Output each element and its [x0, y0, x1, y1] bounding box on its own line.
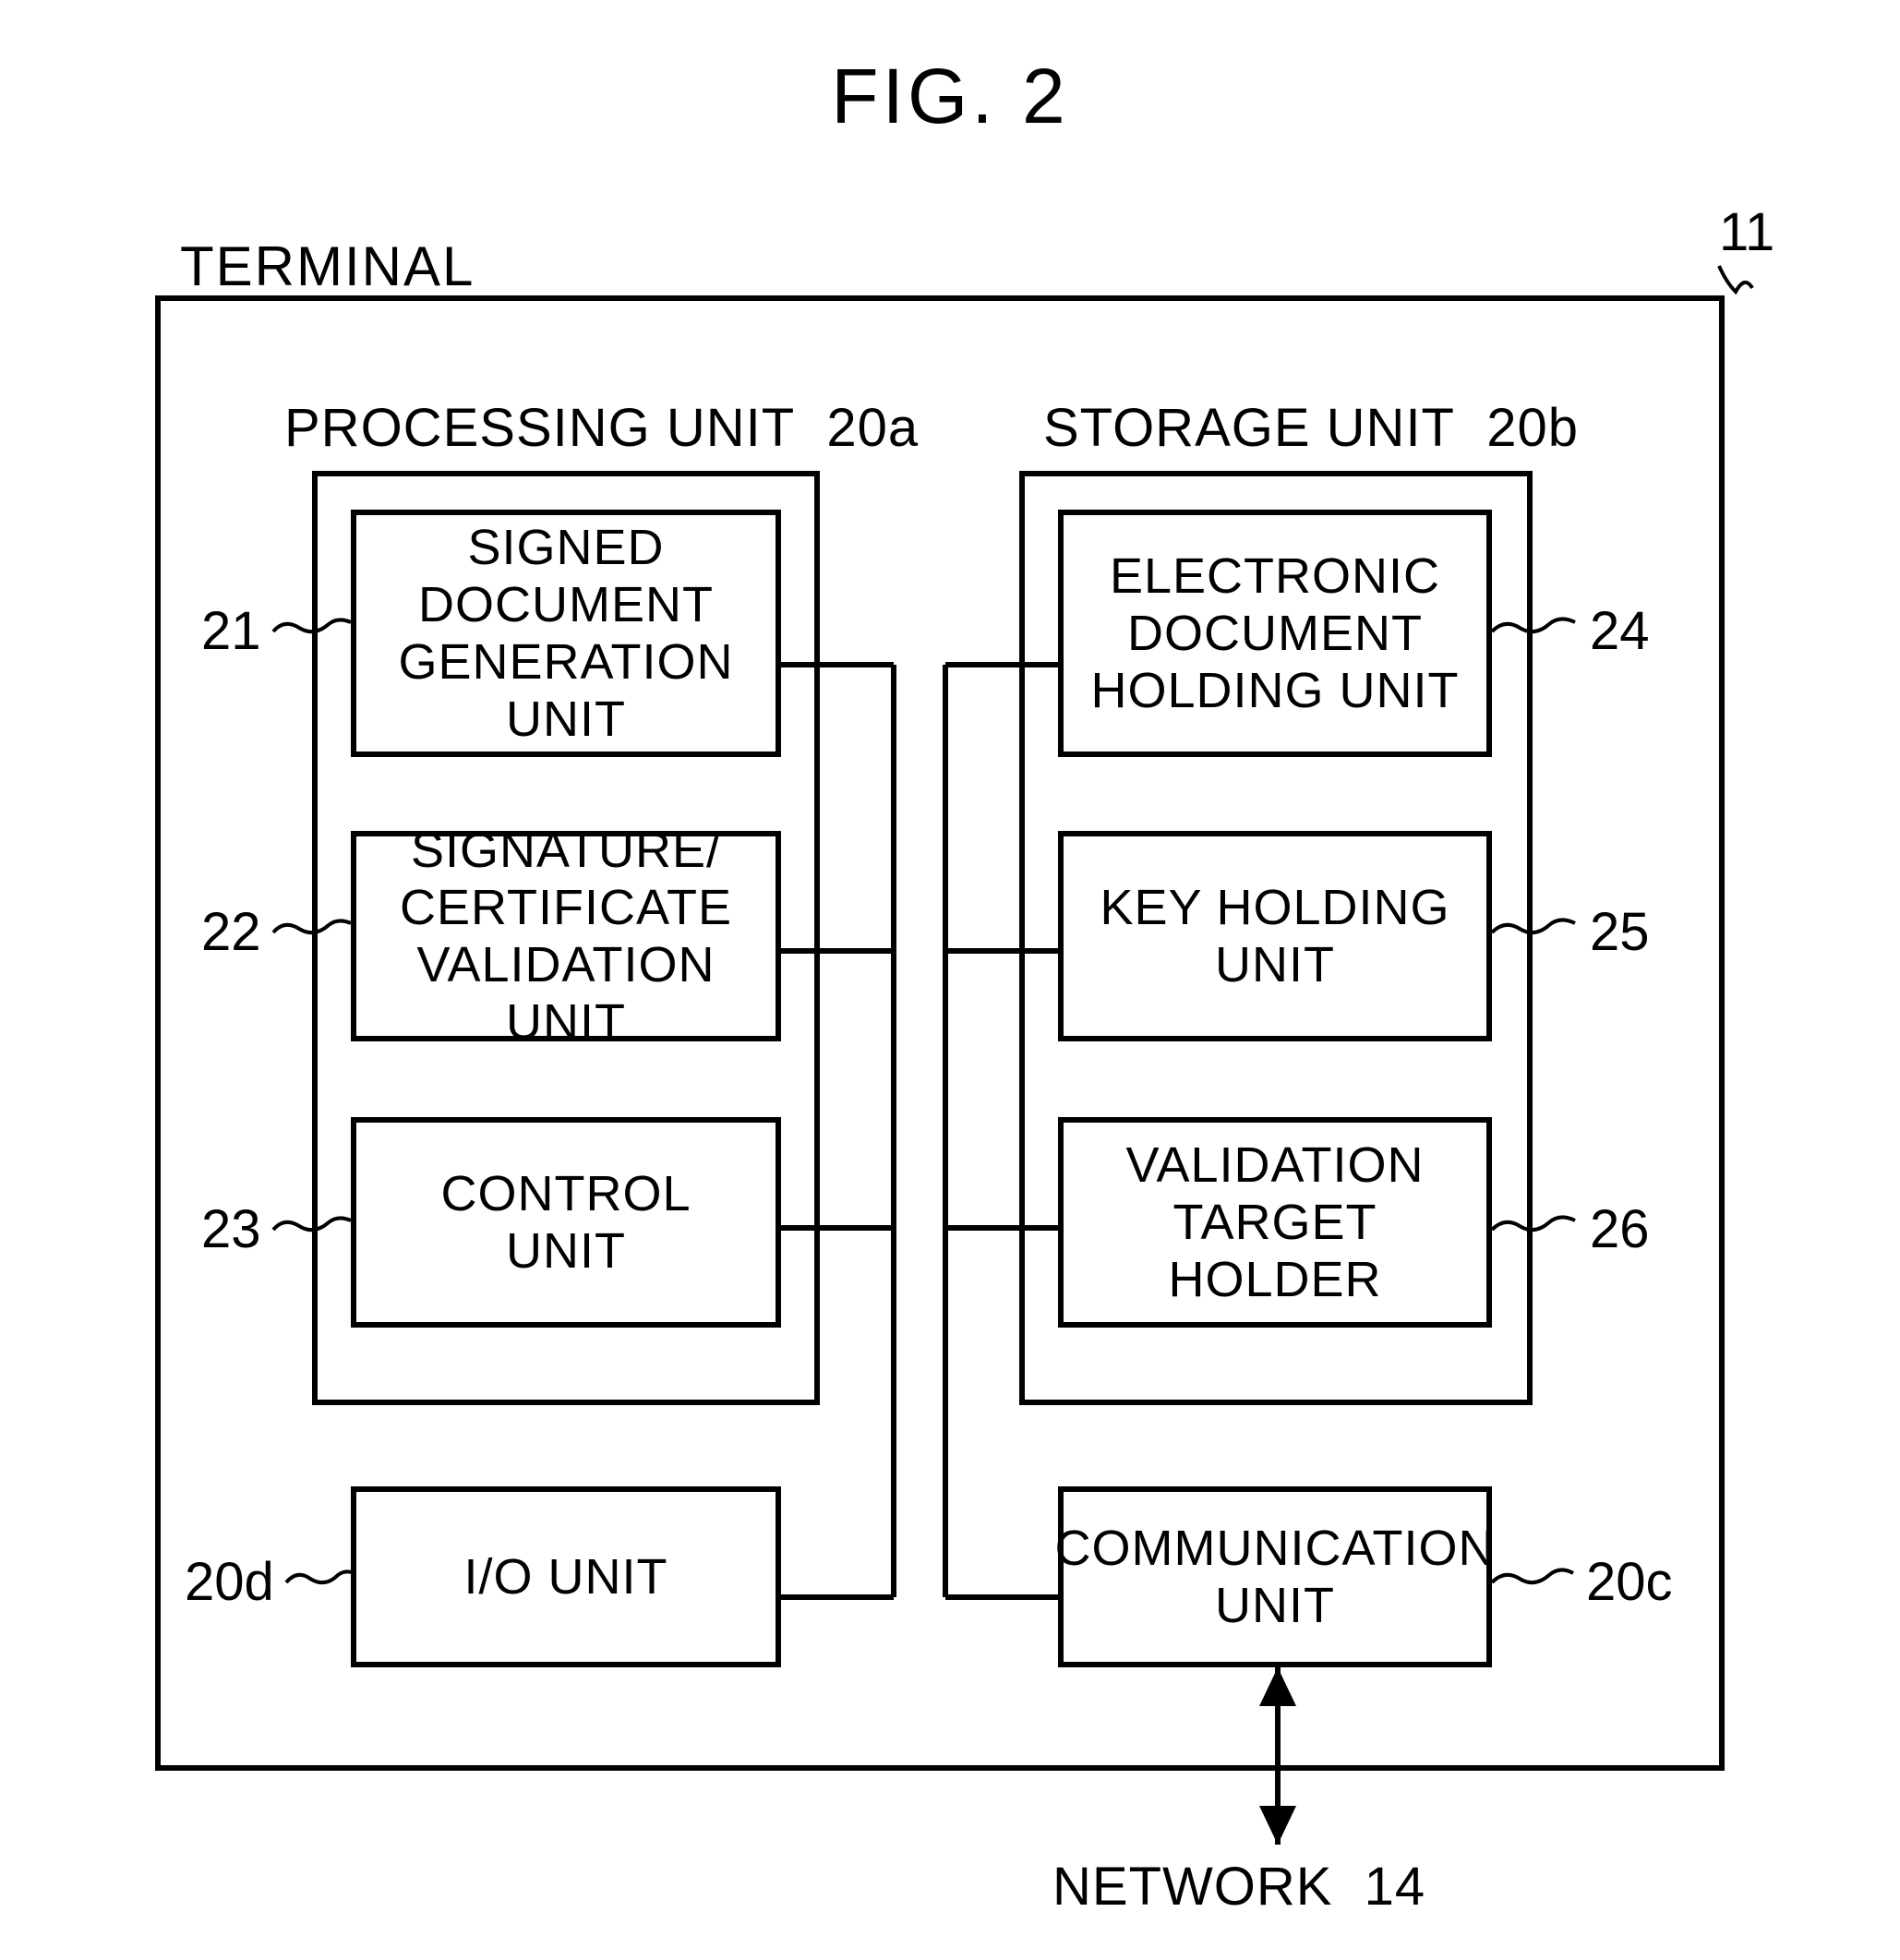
storage-unit-ref: 20b: [1486, 398, 1579, 458]
ref-20d: 20d: [185, 1551, 274, 1613]
electronic-document-holding-unit-box: ELECTRONIC DOCUMENT HOLDING UNIT: [1058, 510, 1492, 757]
processing-unit-header-text: PROCESSING UNIT: [284, 398, 795, 458]
ref-22: 22: [201, 901, 261, 963]
ref-24: 24: [1590, 600, 1650, 662]
io-unit-box: I/O UNIT: [351, 1486, 781, 1667]
ref-20c: 20c: [1586, 1551, 1673, 1613]
control-unit-box: CONTROL UNIT: [351, 1117, 781, 1328]
network-label: NETWORK 14: [1052, 1856, 1425, 1918]
ref-25: 25: [1590, 901, 1650, 963]
validation-target-holder-box: VALIDATION TARGET HOLDER: [1058, 1117, 1492, 1328]
ref-26: 26: [1590, 1198, 1650, 1260]
processing-unit-ref: 20a: [826, 398, 919, 458]
ref-terminal: 11: [1719, 201, 1774, 263]
storage-unit-header-text: STORAGE UNIT: [1043, 398, 1455, 458]
ref-23: 23: [201, 1198, 261, 1260]
storage-unit-header: STORAGE UNIT 20b: [1043, 397, 1579, 459]
processing-unit-header: PROCESSING UNIT 20a: [284, 397, 919, 459]
signature-certificate-validation-unit-box: SIGNATURE/ CERTIFICATE VALIDATION UNIT: [351, 831, 781, 1041]
diagram-canvas: FIG. 2 11 TERMINAL PROCESSING UNIT 20a S…: [0, 0, 1900, 1960]
figure-title: FIG. 2: [0, 52, 1900, 141]
network-ref: 14: [1365, 1857, 1426, 1917]
key-holding-unit-box: KEY HOLDING UNIT: [1058, 831, 1492, 1041]
communication-unit-box: COMMUNICATION UNIT: [1058, 1486, 1492, 1667]
ref-21: 21: [201, 600, 261, 662]
terminal-label: TERMINAL: [180, 234, 475, 298]
signed-document-generation-unit-box: SIGNED DOCUMENT GENERATION UNIT: [351, 510, 781, 757]
network-label-text: NETWORK: [1052, 1857, 1332, 1917]
